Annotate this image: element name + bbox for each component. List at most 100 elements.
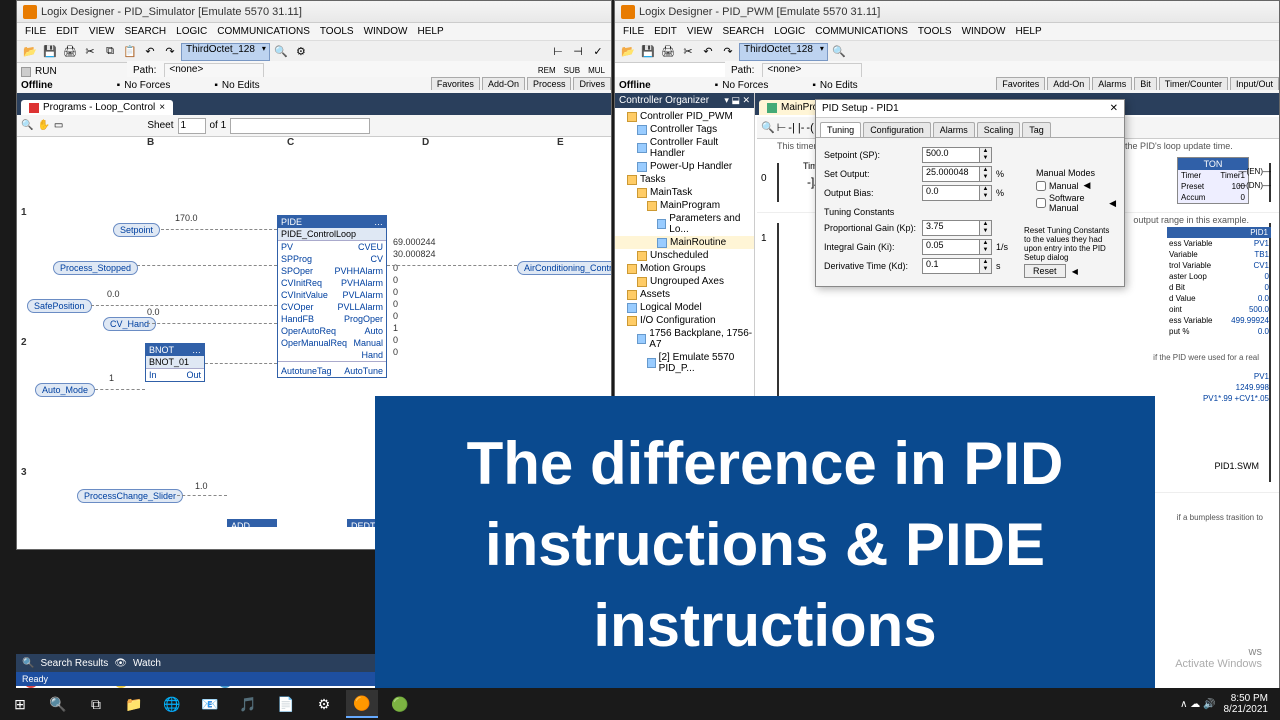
pide-block[interactable]: PIDE… PIDE_ControlLoop PVCVEU SPProgCV S…: [277, 215, 387, 378]
clock[interactable]: 8:50 PM 8/21/2021: [1224, 693, 1269, 715]
menu-help[interactable]: HELP: [417, 26, 443, 37]
start-icon[interactable]: ⊞: [4, 690, 36, 718]
chrome-icon[interactable]: 🟢: [384, 690, 416, 718]
menu-search[interactable]: SEARCH: [124, 26, 166, 37]
print-icon[interactable]: 🖨: [659, 43, 677, 61]
tree-item[interactable]: Power-Up Handler: [615, 160, 754, 173]
tree-item[interactable]: Controller PID_PWM: [615, 110, 754, 123]
tree-item[interactable]: I/O Configuration: [615, 314, 754, 327]
select-icon[interactable]: ▭: [54, 120, 63, 131]
verify-icon[interactable]: ✓: [589, 43, 607, 61]
cut-icon[interactable]: ✂: [81, 43, 99, 61]
open-icon[interactable]: 📂: [619, 43, 637, 61]
tray-icons[interactable]: ∧ ☁ 🔊: [1180, 699, 1215, 710]
sheet-input[interactable]: [178, 118, 206, 134]
oref-aircond[interactable]: AirConditioning_Control: [517, 261, 611, 275]
sub-label[interactable]: SUB: [564, 66, 580, 75]
menu-file[interactable]: FILE: [623, 26, 644, 37]
tab-tuning[interactable]: Tuning: [820, 122, 861, 137]
explorer-icon[interactable]: 📁: [118, 690, 150, 718]
menu-tools[interactable]: TOOLS: [320, 26, 354, 37]
tree-item[interactable]: MainProgram: [615, 199, 754, 212]
spinner[interactable]: ▲▼: [980, 220, 992, 236]
software-manual-checkbox[interactable]: [1036, 198, 1046, 208]
close-icon[interactable]: ✕: [1110, 103, 1118, 114]
rem-label[interactable]: REM: [538, 66, 556, 75]
print-icon[interactable]: 🖨: [61, 43, 79, 61]
sheet-name-input[interactable]: [230, 118, 370, 134]
paste-icon[interactable]: 📋: [121, 43, 139, 61]
hand-icon[interactable]: ✋: [37, 120, 49, 131]
undo-icon[interactable]: ↶: [141, 43, 159, 61]
menu-edit[interactable]: EDIT: [654, 26, 677, 37]
path-combo-right[interactable]: ThirdOctet_128: [739, 43, 828, 61]
tree-item[interactable]: MainRoutine: [615, 236, 754, 249]
tree-header[interactable]: Controller Organizer ▾ ⬓ ✕: [615, 93, 754, 108]
menu-comms[interactable]: COMMUNICATIONS: [815, 26, 908, 37]
iref-automode[interactable]: Auto_Mode: [35, 383, 95, 397]
path-field[interactable]: <none>: [762, 63, 862, 78]
menu-logic[interactable]: LOGIC: [774, 26, 805, 37]
menu-comms[interactable]: COMMUNICATIONS: [217, 26, 310, 37]
pid-tail-block[interactable]: PV1 1249.998 PV1*.99 +CV1*.05: [1167, 371, 1271, 404]
pid-side-block[interactable]: PID1 ess VariablePV1 VariableTB1 trol Va…: [1167, 227, 1271, 337]
tab-loop-control[interactable]: Programs - Loop_Control ×: [21, 100, 173, 115]
favtab[interactable]: Process: [527, 77, 572, 90]
menu-search[interactable]: SEARCH: [722, 26, 764, 37]
tree-item[interactable]: MainTask: [615, 186, 754, 199]
xic-icon[interactable]: -| |-: [788, 122, 804, 134]
spinner[interactable]: ▲▼: [980, 258, 992, 274]
spinner[interactable]: ▲▼: [980, 185, 992, 201]
path-combo-left[interactable]: ThirdOctet_128: [181, 43, 270, 61]
tree-item[interactable]: Logical Model: [615, 301, 754, 314]
copy-icon[interactable]: ⧉: [101, 43, 119, 61]
favtab[interactable]: Drives: [573, 77, 611, 90]
ki-input[interactable]: 0.05: [922, 239, 980, 255]
undo-icon[interactable]: ↶: [699, 43, 717, 61]
setoutput-input[interactable]: 25.000048: [922, 166, 980, 182]
iref-process-stopped[interactable]: Process_Stopped: [53, 261, 138, 275]
menu-window[interactable]: WINDOW: [364, 26, 408, 37]
reset-button[interactable]: Reset: [1024, 264, 1066, 278]
close-icon[interactable]: ×: [159, 102, 165, 113]
tree-item[interactable]: Assets: [615, 288, 754, 301]
zoom-icon[interactable]: 🔍: [761, 121, 775, 134]
spinner[interactable]: ▲▼: [980, 147, 992, 163]
save-icon[interactable]: 💾: [639, 43, 657, 61]
iref-safepos[interactable]: SafePosition: [27, 299, 92, 313]
path-field[interactable]: <none>: [164, 63, 264, 78]
dialog-titlebar[interactable]: PID Setup - PID1 ✕: [816, 100, 1124, 118]
rung-icon[interactable]: ⊢: [777, 121, 787, 134]
redo-icon[interactable]: ↷: [161, 43, 179, 61]
favtab[interactable]: Favorites: [431, 77, 480, 90]
setpoint-input[interactable]: 500.0: [922, 147, 980, 163]
search-icon[interactable]: 🔍: [830, 43, 848, 61]
menu-logic[interactable]: LOGIC: [176, 26, 207, 37]
spinner[interactable]: ▲▼: [980, 239, 992, 255]
tool-icon[interactable]: ⚙: [292, 43, 310, 61]
tree-item[interactable]: [2] Emulate 5570 PID_P...: [615, 351, 754, 375]
mail-icon[interactable]: 📧: [194, 690, 226, 718]
tree-item[interactable]: 1756 Backplane, 1756-A7: [615, 327, 754, 351]
tree-item[interactable]: Tasks: [615, 173, 754, 186]
spinner[interactable]: ▲▼: [980, 166, 992, 182]
menu-view[interactable]: VIEW: [89, 26, 115, 37]
menu-view[interactable]: VIEW: [687, 26, 713, 37]
menu-help[interactable]: HELP: [1015, 26, 1041, 37]
manual-checkbox[interactable]: [1036, 181, 1046, 191]
settings-icon[interactable]: ⚙: [308, 690, 340, 718]
watch-tab[interactable]: Watch: [133, 658, 161, 669]
kp-input[interactable]: 3.75: [922, 220, 980, 236]
swm-tag[interactable]: PID1.SWM: [1214, 461, 1259, 471]
zoom-icon[interactable]: 🔍: [21, 120, 33, 131]
tree-item[interactable]: Unscheduled: [615, 249, 754, 262]
favtab[interactable]: Add-On: [482, 77, 525, 90]
tab-scaling[interactable]: Scaling: [977, 122, 1021, 137]
iref-cvhand[interactable]: CV_Hand: [103, 317, 156, 331]
tab-tag[interactable]: Tag: [1022, 122, 1051, 137]
branch-icon[interactable]: ⊣: [569, 43, 587, 61]
tree-item[interactable]: Motion Groups: [615, 262, 754, 275]
rung-icon[interactable]: ⊢: [549, 43, 567, 61]
tab-alarms[interactable]: Alarms: [933, 122, 975, 137]
doc-icon[interactable]: 📄: [270, 690, 302, 718]
